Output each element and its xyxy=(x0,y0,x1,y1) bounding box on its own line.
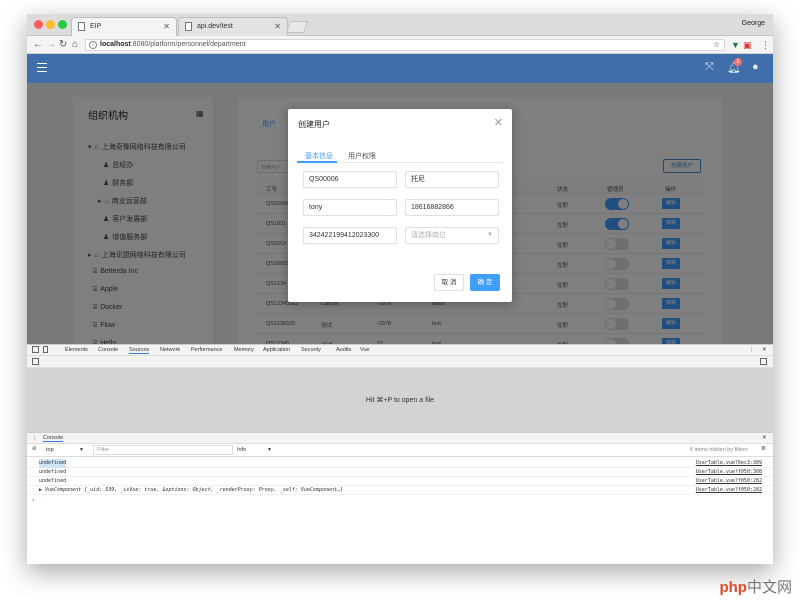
create-user-dialog: 创建用户 ✕ 基本信息 用户权限 QS00006 托尼 tony 1861688… xyxy=(288,109,512,302)
level-dropdown-icon[interactable]: ▼ xyxy=(267,447,272,453)
watermark-brand: php xyxy=(719,579,747,596)
devtools-tab-vue[interactable]: Vue xyxy=(360,347,370,353)
dialog-title: 创建用户 xyxy=(298,120,330,129)
phone-field[interactable]: 18616882866 xyxy=(405,199,499,216)
confirm-button[interactable]: 确 定 xyxy=(470,274,500,291)
devtools-tab-audits[interactable]: Audits xyxy=(336,347,351,353)
console-message: ▶ VueComponent {_uid: 539, _isVue: true,… xyxy=(27,486,773,495)
tab-strip: EIP ✕ api.dev/test ✕ George xyxy=(27,14,773,36)
reload-icon[interactable]: ↻ xyxy=(59,38,67,51)
page-icon xyxy=(78,22,85,31)
address-bar-row: ← → ↻ ⌂ i localhost:8080/platform/person… xyxy=(27,36,773,54)
notification-badge: 5 xyxy=(734,58,742,66)
close-icon[interactable]: ✕ xyxy=(494,116,503,129)
employee-id-field[interactable]: QS00006 xyxy=(303,171,397,188)
devtools-tab-sources[interactable]: Sources xyxy=(129,347,150,354)
console-message-text: undefined xyxy=(39,478,67,484)
name-field[interactable]: 托尼 xyxy=(405,171,499,188)
console-message-text: undefined xyxy=(39,469,67,475)
device-toolbar-icon[interactable] xyxy=(43,346,48,353)
console-source-link[interactable]: UserTable.vue?f050:282 xyxy=(696,477,762,486)
browser-window: EIP ✕ api.dev/test ✕ George ← → ↻ ⌂ i lo… xyxy=(27,14,773,564)
console-filter-input[interactable]: Filter xyxy=(93,445,233,455)
console-drawer-header: ⋮ Console ✕ xyxy=(27,432,773,444)
forward-arrow-icon[interactable]: → xyxy=(46,38,56,51)
app-viewport: ⤧ 🔔︎ 5 ● 组织机构 ▦ ▾⌂上海奇豫网络科技有限公司♟总经办♟财务部▸⌂… xyxy=(27,54,773,344)
context-select[interactable]: top xyxy=(46,447,54,453)
url-host: localhost xyxy=(100,41,131,48)
browser-tab-eip[interactable]: EIP ✕ xyxy=(71,17,177,36)
tab-user-permissions[interactable]: 用户权限 xyxy=(348,151,376,161)
console-source-link[interactable]: UserTable.vue?f050:308 xyxy=(696,468,762,477)
log-level-select[interactable]: Info xyxy=(237,447,246,453)
drawer-close-icon[interactable]: ✕ xyxy=(762,435,767,441)
devtools-tab-console[interactable]: Console xyxy=(98,347,118,353)
console-drawer-tab[interactable]: Console xyxy=(43,435,64,442)
console-settings-icon[interactable]: ⚙ xyxy=(761,446,766,452)
new-tab-button[interactable] xyxy=(286,21,308,33)
php-watermark-logo: php中文网 xyxy=(719,576,792,597)
url-field[interactable]: i localhost:8080/platform/personnel/depa… xyxy=(85,39,725,51)
position-select[interactable]: 请选择岗位 ▼ xyxy=(405,227,499,244)
tab-label: api.dev/test xyxy=(197,23,233,30)
drawer-menu-icon[interactable]: ⋮ xyxy=(32,435,38,441)
sources-editor-area: Hit ⌘+P to open a file xyxy=(27,368,773,432)
back-arrow-icon[interactable]: ← xyxy=(33,38,43,51)
extension-icon[interactable]: ▣ xyxy=(743,39,752,51)
sources-toolbar xyxy=(27,356,773,368)
watermark-text: 中文网 xyxy=(746,579,792,596)
tab-basic-info[interactable]: 基本信息 xyxy=(305,151,333,161)
avatar-icon[interactable]: ● xyxy=(752,61,759,73)
debugger-toggle-icon[interactable] xyxy=(760,358,767,365)
position-placeholder: 请选择岗位 xyxy=(411,232,446,239)
console-message-text: undefined xyxy=(39,459,67,468)
bookmark-star-icon[interactable]: ☆ xyxy=(713,40,720,50)
menu-dots-icon[interactable]: ⋮ xyxy=(761,39,770,51)
context-dropdown-icon[interactable]: ▼ xyxy=(79,447,84,453)
navigator-toggle-icon[interactable] xyxy=(32,358,39,365)
close-tab-icon[interactable]: ✕ xyxy=(163,22,170,31)
top-navbar: ⤧ 🔔︎ 5 ● xyxy=(27,54,773,83)
page-icon xyxy=(185,22,192,31)
hidden-items-note: 6 items hidden by filters xyxy=(690,447,748,453)
devtools-tab-performance[interactable]: Performance xyxy=(191,347,223,353)
console-source-link[interactable]: UserTable.vue?f050:282 xyxy=(696,486,762,495)
active-tab-indicator xyxy=(297,161,337,163)
vue-devtools-icon[interactable]: ▼ xyxy=(731,39,740,51)
devtools-menu-icon[interactable]: ⋮ xyxy=(749,347,755,353)
devtools-tab-network[interactable]: Network xyxy=(160,347,180,353)
console-source-link[interactable]: UserTable.vue?0ec3:309 xyxy=(696,459,762,468)
minimize-window-button[interactable] xyxy=(46,20,55,29)
close-tab-icon[interactable]: ✕ xyxy=(274,22,281,31)
clear-console-icon[interactable]: ⊘ xyxy=(32,446,37,452)
maximize-window-button[interactable] xyxy=(58,20,67,29)
console-message: undefined UserTable.vue?f050:308 xyxy=(27,468,773,477)
hamburger-menu-icon[interactable] xyxy=(37,63,47,72)
inspect-element-icon[interactable] xyxy=(32,346,39,353)
console-filter-bar: ⊘ top ▼ Filter Info ▼ 6 items hidden by … xyxy=(27,444,773,457)
fullscreen-icon[interactable]: ⤧ xyxy=(705,61,714,74)
devtools-tab-elements[interactable]: Elements xyxy=(65,347,88,353)
console-message: undefined UserTable.vue?0ec3:309 xyxy=(27,459,773,468)
cancel-button[interactable]: 取 消 xyxy=(434,274,464,291)
devtools-tab-application[interactable]: Application xyxy=(263,347,290,353)
home-icon[interactable]: ⌂ xyxy=(72,38,78,51)
english-name-field[interactable]: tony xyxy=(303,199,397,216)
devtools-tab-security[interactable]: Security xyxy=(301,347,321,353)
open-file-hint: Hit ⌘+P to open a file xyxy=(365,397,435,404)
console-prompt[interactable]: › xyxy=(32,497,34,504)
devtools-tabbar: Elements Console Sources Network Performance… xyxy=(27,344,773,356)
console-message: undefined UserTable.vue?f050:282 xyxy=(27,477,773,486)
info-icon[interactable]: i xyxy=(89,41,97,49)
devtools-tab-memory[interactable]: Memory xyxy=(234,347,254,353)
profile-name[interactable]: George xyxy=(742,20,765,27)
chevron-down-icon: ▼ xyxy=(487,232,493,238)
id-number-field[interactable]: 342422199412023300 xyxy=(303,227,397,244)
browser-tab-api[interactable]: api.dev/test ✕ xyxy=(178,17,288,36)
close-window-button[interactable] xyxy=(34,20,43,29)
console-message-text[interactable]: ▶ VueComponent {_uid: 539, _isVue: true,… xyxy=(39,486,343,495)
devtools-close-icon[interactable]: ✕ xyxy=(762,347,767,353)
url-path: :8080/platform/personnel/department xyxy=(130,41,246,48)
tab-label: EIP xyxy=(90,23,102,30)
